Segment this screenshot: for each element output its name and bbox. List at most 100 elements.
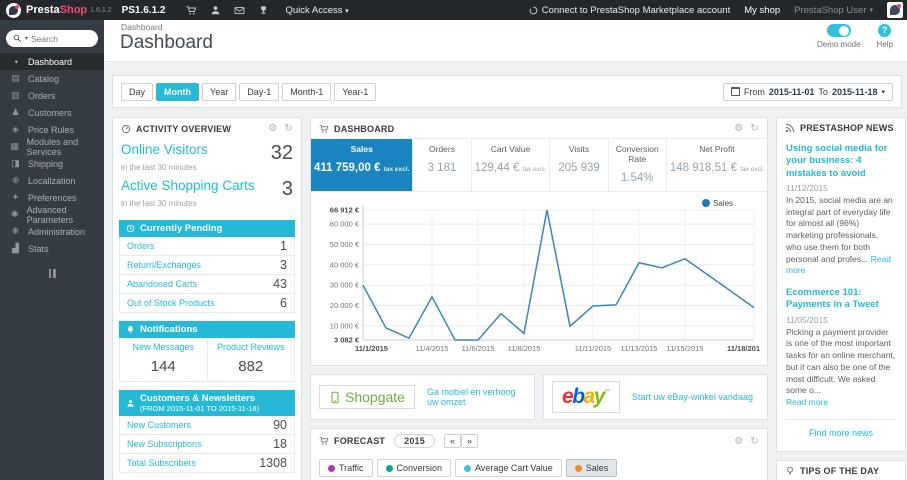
find-more-news-link[interactable]: Find more news xyxy=(786,418,896,447)
forecast-prev-button[interactable]: « xyxy=(443,434,461,448)
forecast-toggles: Traffic Conversion Average Cart Value Sa… xyxy=(311,452,767,480)
help-icon[interactable]: ? xyxy=(878,24,892,37)
customers-date-range: (FROM 2015-11-01 TO 2015-11-18) xyxy=(140,404,260,413)
date-from: 2015-11-01 xyxy=(768,86,815,97)
sidebar-item-dashboard[interactable]: ◔ Dashboard xyxy=(0,53,104,70)
gear-icon[interactable]: ⚙ xyxy=(734,123,743,134)
sidebar-search[interactable]: ▾ xyxy=(6,30,98,47)
cart-icon xyxy=(319,124,329,133)
demo-mode-label: Demo mode xyxy=(816,40,861,49)
search-type-caret[interactable]: ▾ xyxy=(25,35,28,42)
notifications-header: Notifications xyxy=(119,321,295,338)
range-button-year-1[interactable]: Year-1 xyxy=(334,82,377,101)
range-button-day[interactable]: Day xyxy=(121,82,154,101)
clock-icon xyxy=(126,224,135,233)
customers-row-total-subscribers: Total Subscribers 1308 xyxy=(119,454,295,473)
sidebar-item-stats[interactable]: ▟ Stats xyxy=(0,240,104,257)
cog-icon: ❋ xyxy=(11,226,20,236)
news-article: Ecommerce 101: Payments in a Tweet 11/05… xyxy=(786,287,896,409)
kpi-visits[interactable]: Visits 205 939 xyxy=(549,139,607,191)
sales-dot-icon xyxy=(574,464,582,472)
news-article-title[interactable]: Using social media for your business: 4 … xyxy=(786,143,896,180)
kpi-sales[interactable]: Sales 411 759,00 € tax excl. xyxy=(311,139,413,191)
gear-icon[interactable]: ⚙ xyxy=(268,123,277,134)
sidebar-item-customers[interactable]: ♟ Customers xyxy=(0,104,104,121)
active-carts-link[interactable]: Active Shopping Carts xyxy=(121,178,255,193)
online-visitors-value: 32 xyxy=(270,142,293,164)
kpi-cart-value[interactable]: Cart Value 129,44 € tax excl. xyxy=(470,139,550,191)
sidebar-item-orders[interactable]: ▥ Orders xyxy=(0,87,104,104)
customer-icon[interactable] xyxy=(203,5,227,16)
shopgate-ad-link[interactable]: Ga mobiel en verhoog uw omzet xyxy=(427,387,526,407)
sidebar-collapse-button[interactable] xyxy=(46,269,58,278)
refresh-icon[interactable]: ↻ xyxy=(284,123,293,134)
date-range-toolbar: Day Month Year Day-1 Month-1 Year-1 From… xyxy=(112,75,902,108)
forecast-year[interactable]: 2015 xyxy=(394,434,435,448)
toggle-traffic[interactable]: Traffic xyxy=(319,459,373,477)
notification-new-messages[interactable]: New Messages 144 xyxy=(120,338,207,381)
modules-icon: ▦ xyxy=(10,141,20,151)
user-avatar[interactable] xyxy=(887,2,903,18)
date-range-picker[interactable]: From 2015-11-01 To 2015-11-18 ▾ xyxy=(722,82,893,101)
brand-presta: Presta xyxy=(26,4,60,16)
trophy-icon[interactable] xyxy=(251,5,275,16)
kpi-orders[interactable]: Orders 3 181 xyxy=(412,139,470,191)
news-panel-header: PRESTASHOP NEWS xyxy=(777,118,905,137)
kpi-net-profit[interactable]: Net Profit 148 918,51 € tax excl. xyxy=(665,139,767,191)
demo-mode-toggle[interactable] xyxy=(826,24,851,37)
gear-icon[interactable]: ⚙ xyxy=(734,436,743,447)
toggle-conversion[interactable]: Conversion xyxy=(376,459,452,477)
toggle-sales[interactable]: Sales xyxy=(565,459,618,477)
sidebar-item-shipping[interactable]: ◨ Shipping xyxy=(0,155,104,172)
quick-access-menu[interactable]: Quick Access ▾ xyxy=(285,5,348,16)
refresh-icon[interactable]: ↻ xyxy=(750,436,759,447)
search-input[interactable] xyxy=(31,33,84,44)
ebay-ad[interactable]: e b a y ™ Start uw eBay-winkel vandaag xyxy=(543,374,768,420)
svg-text:11/4/2015: 11/4/2015 xyxy=(416,344,449,353)
sidebar-item-localization[interactable]: ⊕ Localization xyxy=(0,172,104,189)
svg-text:11/8/2015: 11/8/2015 xyxy=(508,344,541,353)
currently-pending-section: Currently Pending Orders 1 Return/Exchang… xyxy=(119,220,295,313)
ebay-ad-link[interactable]: Start uw eBay-winkel vandaag xyxy=(632,392,753,402)
customers-newsletters-section: Customers & Newsletters (FROM 2015-11-01 … xyxy=(119,390,295,473)
read-more-link[interactable]: Read more xyxy=(786,397,828,407)
pending-row-abandoned-carts: Abandoned Carts 43 xyxy=(119,275,295,294)
kpi-conversion-rate[interactable]: Conversion Rate 1.54% xyxy=(607,139,666,191)
ebay-logo: e b a y ™ xyxy=(552,381,620,413)
person-icon xyxy=(127,399,134,407)
refresh-icon[interactable]: ↻ xyxy=(750,123,759,134)
shop-name[interactable]: PS1.6.1.2 xyxy=(122,5,166,16)
range-button-year[interactable]: Year xyxy=(202,82,237,101)
messages-icon[interactable] xyxy=(227,5,251,16)
dashboard-panel: DASHBOARD ⚙ ↻ Sales 411 759,00 € tax excl.… xyxy=(310,117,768,366)
sidebar-item-preferences[interactable]: ✦ Preferences xyxy=(0,189,104,206)
news-article-title[interactable]: Ecommerce 101: Payments in a Tweet xyxy=(786,287,896,312)
marketplace-link[interactable]: Connect to PrestaShop Marketplace accoun… xyxy=(529,5,730,16)
shopgate-ad[interactable]: Shopgate Ga mobiel en verhoog uw omzet xyxy=(310,374,535,420)
tips-panel-header: TIPS OF THE DAY xyxy=(777,461,905,480)
online-visitors-link[interactable]: Online Visitors xyxy=(121,142,208,157)
sidebar-item-catalog[interactable]: ▤ Catalog xyxy=(0,70,104,87)
forecast-panel-header: FORECAST 2015 « » ⚙ ↻ xyxy=(311,429,767,452)
sidebar-item-advanced-parameters[interactable]: ✱ Advanced Parameters xyxy=(0,205,104,225)
forecast-next-button[interactable]: » xyxy=(460,434,478,448)
cart-icon[interactable] xyxy=(179,5,203,16)
notification-product-reviews[interactable]: Product Reviews 882 xyxy=(206,338,295,381)
toggle-average-cart-value[interactable]: Average Cart Value xyxy=(455,459,562,477)
shopgate-logo: Shopgate xyxy=(319,385,415,409)
truck-icon: ◨ xyxy=(11,158,20,168)
svg-text:40 000 €: 40 000 € xyxy=(330,260,360,269)
range-button-month-1[interactable]: Month-1 xyxy=(282,82,332,101)
user-menu[interactable]: PrestaShop User ▾ xyxy=(794,5,873,16)
sidebar-item-modules[interactable]: ▦ Modules and Services xyxy=(0,137,104,157)
range-button-month[interactable]: Month xyxy=(156,82,200,101)
brand-name: PrestaShop xyxy=(26,4,87,16)
breadcrumb[interactable]: Dashboard xyxy=(121,22,163,32)
svg-text:Sales: Sales xyxy=(713,199,733,208)
sidebar-item-price-rules[interactable]: ◈ Price Rules xyxy=(0,121,104,138)
svg-text:50 000 €: 50 000 € xyxy=(330,240,360,249)
sidebar-item-administration[interactable]: ❋ Administration xyxy=(0,223,104,240)
svg-text:11/6/2015: 11/6/2015 xyxy=(462,344,495,353)
my-shop-link[interactable]: My shop xyxy=(744,5,780,16)
range-button-day-1[interactable]: Day-1 xyxy=(239,82,280,101)
